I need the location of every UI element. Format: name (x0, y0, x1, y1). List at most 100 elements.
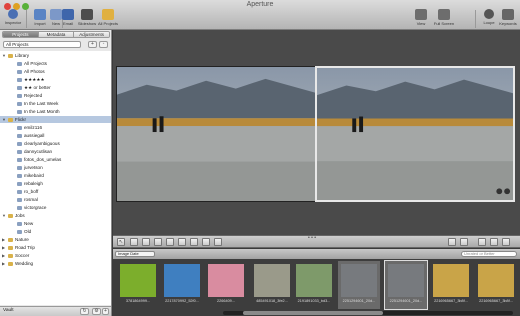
sidebar-item[interactable]: All Photos (0, 68, 111, 75)
sidebar-item[interactable]: Old (0, 228, 111, 235)
sidebar-item-label: emilz116 (24, 125, 43, 130)
sidebar-item[interactable]: rebaleigh (0, 180, 111, 187)
thumbnail[interactable]: 2251294601_20d... (338, 261, 380, 309)
view-button[interactable]: View (410, 9, 432, 26)
sort-select[interactable]: Image Date (115, 251, 155, 257)
hand-tool-icon[interactable] (130, 238, 138, 246)
disclosure-closed-icon[interactable]: ▶ (2, 260, 5, 267)
sidebar-item[interactable]: All Projects (0, 60, 111, 67)
resize-handle-icon[interactable]: • • • (308, 235, 316, 241)
thumbnail[interactable]: 2216965667_3b8f... (475, 261, 517, 309)
zoom-tool-icon[interactable] (142, 238, 150, 246)
sidebar-item[interactable]: fotos_dos_umelas (0, 156, 111, 163)
stack-icon[interactable] (448, 238, 456, 246)
rotate-left-icon[interactable] (154, 238, 162, 246)
album-icon (17, 166, 22, 170)
sidebar-item[interactable]: Rejected (0, 92, 111, 99)
album-icon (17, 142, 22, 146)
search-icon[interactable]: ◦ (99, 41, 108, 48)
inspector-button[interactable]: Inspector (2, 9, 24, 25)
sidebar-item-label: Flickr (15, 117, 26, 122)
disclosure-open-icon[interactable]: ▼ (2, 52, 6, 59)
thumbnail[interactable]: 2217870992_52f0... (161, 261, 203, 309)
rotate-right-icon[interactable] (166, 238, 174, 246)
sidebar-item[interactable]: victorgrace (0, 204, 111, 211)
search-input[interactable]: Unrated or Better (461, 251, 517, 257)
straighten-icon[interactable] (190, 238, 198, 246)
compare-icon[interactable] (460, 238, 468, 246)
sidebar-item[interactable]: ▼ Flickr (0, 116, 111, 123)
sidebar-item[interactable]: ▶ Wedding (0, 260, 111, 267)
thumbnail-image (254, 264, 290, 297)
selection-tool-icon[interactable]: ↖ (117, 238, 125, 246)
viewer-image-1[interactable] (116, 66, 316, 202)
browser-bar: Image Date Unrated or Better (113, 249, 520, 259)
red-eye-icon[interactable] (214, 238, 222, 246)
viewer-image-2[interactable] (315, 66, 515, 202)
sidebar-item[interactable]: emilz116 (0, 124, 111, 131)
album-icon (17, 110, 22, 114)
disclosure-open-icon[interactable]: ▼ (2, 116, 6, 123)
project-tree: ▼ Library All Projects All Photos ★★★★★ ★★ or… (0, 51, 111, 305)
sidebar-item[interactable]: ▼ Library (0, 52, 111, 59)
sidebar-item[interactable]: ▼ Jobs (0, 212, 111, 219)
keywords-button[interactable]: Keywords (497, 9, 519, 26)
sidebar-item[interactable]: New (0, 220, 111, 227)
thumbnail[interactable]: 485491018_3fe2... (251, 261, 293, 309)
full-screen-button[interactable]: Full Screen (430, 9, 458, 26)
sidebar-item[interactable]: rosmal (0, 196, 111, 203)
disclosure-closed-icon[interactable]: ▶ (2, 252, 5, 259)
grid-view-icon[interactable] (490, 238, 498, 246)
viewer (113, 30, 520, 235)
sidebar-item-label: Jobs (15, 213, 25, 218)
thumbnail-image (208, 264, 244, 297)
disclosure-open-icon[interactable]: ▼ (2, 212, 6, 219)
sidebar-item[interactable]: ★★★★★ (0, 76, 111, 83)
album-icon (17, 206, 22, 210)
thumbnail[interactable]: 2266409... (205, 261, 247, 309)
tab-projects[interactable]: Projects (3, 32, 39, 37)
browser-scrollbar[interactable] (223, 311, 513, 315)
all-projects-button[interactable]: All Projects (95, 9, 121, 26)
project-filter-select[interactable]: All Projects (3, 41, 81, 48)
sidebar-item[interactable]: In the Last Month (0, 108, 111, 115)
sidebar-footer: Vault ↻ ⚙ + (0, 306, 111, 316)
refresh-icon[interactable]: ↻ (80, 308, 89, 315)
spot-patch-icon[interactable] (202, 238, 210, 246)
sidebar-item-label: Library (15, 53, 30, 58)
add-vault-icon[interactable]: + (102, 308, 109, 315)
beach-photo-image (117, 67, 315, 201)
browser: Image Date Unrated or Better 3781864999.… (113, 249, 520, 316)
sidebar-item[interactable]: ▶ Road Trip (0, 244, 111, 251)
sidebar-item[interactable]: ro_boff (0, 188, 111, 195)
vault-settings-icon[interactable]: ⚙ (92, 308, 101, 315)
thumbnail[interactable]: 2216965667_3b8f... (430, 261, 472, 309)
sidebar-item[interactable]: clearlyambiguous (0, 140, 111, 147)
thumbnail-image (164, 264, 200, 297)
thumbnail[interactable]: 2251294601_20d... (384, 260, 428, 310)
tab-adjustments[interactable]: Adjustments (74, 32, 109, 37)
sidebar-item-label: In the Last Month (24, 109, 60, 114)
sidebar-item[interactable]: dannycutlisan (0, 148, 111, 155)
sidebar-item[interactable]: jurvetson (0, 164, 111, 171)
disclosure-closed-icon[interactable]: ▶ (2, 244, 5, 251)
thumbnail-caption: 2216965667_3b8f... (479, 299, 513, 303)
list-view-icon[interactable] (502, 238, 510, 246)
filmstrip-view-icon[interactable] (478, 238, 486, 246)
scrollbar-thumb[interactable] (243, 311, 383, 315)
sidebar-item-label: rebaleigh (24, 181, 43, 186)
sidebar-item[interactable]: ▶ Soccer (0, 252, 111, 259)
sidebar-item[interactable]: ★★ or better (0, 84, 111, 91)
sidebar-item[interactable]: aussiegall (0, 132, 111, 139)
thumbnail[interactable]: 2191891033_bd3... (293, 261, 335, 309)
sidebar-item[interactable]: ▶ Nature (0, 236, 111, 243)
add-icon[interactable]: + (88, 41, 97, 48)
sidebar-item[interactable]: mikebaird (0, 172, 111, 179)
disclosure-closed-icon[interactable]: ▶ (2, 236, 5, 243)
sidebar-item-label: Old (24, 229, 32, 234)
tab-metadata[interactable]: Metadata (38, 32, 75, 37)
sidebar-item-label: mikebaird (24, 173, 44, 178)
thumbnail[interactable]: 3781864999... (117, 261, 159, 309)
crop-icon[interactable] (178, 238, 186, 246)
sidebar-item[interactable]: In the Last Week (0, 100, 111, 107)
